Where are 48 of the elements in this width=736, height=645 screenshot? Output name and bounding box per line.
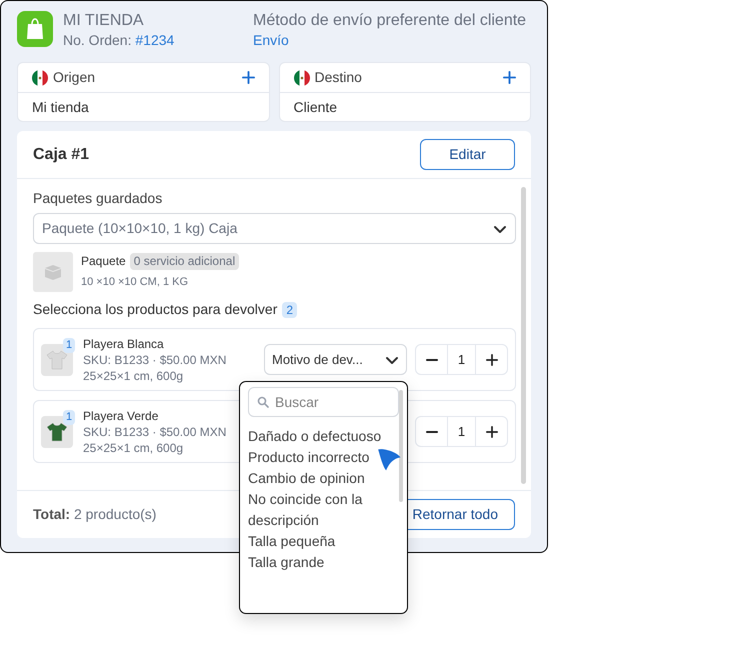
box-title: Caja #1 xyxy=(33,144,90,164)
quantity-badge: 1 xyxy=(63,410,76,424)
location-label: Origen xyxy=(53,68,96,87)
search-icon xyxy=(257,396,269,408)
dropdown-option[interactable]: No coincide con la descripción xyxy=(248,489,398,531)
edit-button[interactable]: Editar xyxy=(420,139,515,170)
section-label: Selecciona los productos para devolver xyxy=(33,300,278,319)
search-input[interactable]: Buscar xyxy=(275,392,385,412)
quantity-badge: 1 xyxy=(63,338,76,352)
scrollbar[interactable] xyxy=(521,187,526,484)
product-sku: SKU: B1233 · $50.00 MXN xyxy=(83,424,226,440)
order-label: No. Orden: xyxy=(63,32,132,48)
product-name: Playera Blanca xyxy=(83,336,165,352)
product-dimensions: 25×25×1 cm, 600g xyxy=(83,368,184,384)
store-logo-icon xyxy=(17,11,53,47)
product-name: Playera Verde xyxy=(83,408,160,424)
service-tag: 0 servicio adicional xyxy=(130,252,240,270)
shipping-method-title: Método de envío preferente del cliente xyxy=(253,11,526,31)
product-sku: SKU: B1233 · $50.00 MXN xyxy=(83,352,226,368)
dropdown-option[interactable]: Talla grande xyxy=(248,552,398,573)
shipping-method-link[interactable]: Envío xyxy=(253,31,526,49)
cursor-icon xyxy=(376,447,402,472)
store-name: MI TIENDA xyxy=(63,11,145,31)
dropdown-option[interactable]: Talla pequeña xyxy=(248,531,398,552)
order-link[interactable]: #1234 xyxy=(135,32,174,48)
location-value: Cliente xyxy=(292,98,338,116)
package-dimensions: 10 ×10 ×10 CM, 1 KG xyxy=(81,275,190,290)
box-icon xyxy=(33,252,73,292)
package-select[interactable]: Paquete (10×10×10, 1 kg) Caja xyxy=(33,213,516,244)
quantity-value: 1 xyxy=(447,345,476,374)
dropdown-scrollbar[interactable] xyxy=(399,390,403,502)
dropdown-option[interactable]: Dañado o defectuoso xyxy=(248,426,398,447)
package-name: Paquete xyxy=(81,253,126,270)
reason-select[interactable]: Motivo de dev... xyxy=(264,344,407,375)
location-value: Mi tienda xyxy=(31,98,90,116)
count-badge: 2 xyxy=(282,302,298,318)
mexico-flag-icon xyxy=(32,70,48,86)
section-label: Paquetes guardados xyxy=(33,189,164,207)
mexico-flag-icon xyxy=(294,70,310,86)
plus-icon[interactable] xyxy=(486,354,498,366)
total-label: Total: xyxy=(33,506,70,522)
total-value: 2 producto(s) xyxy=(74,506,156,522)
plus-icon[interactable] xyxy=(486,426,498,438)
search-field[interactable]: Buscar xyxy=(248,387,399,417)
location-label: Destino xyxy=(314,68,363,87)
quantity-value: 1 xyxy=(447,417,476,446)
dropdown-option[interactable]: Cambio de opinion xyxy=(248,468,398,489)
product-dimensions: 25×25×1 cm, 600g xyxy=(83,440,184,456)
